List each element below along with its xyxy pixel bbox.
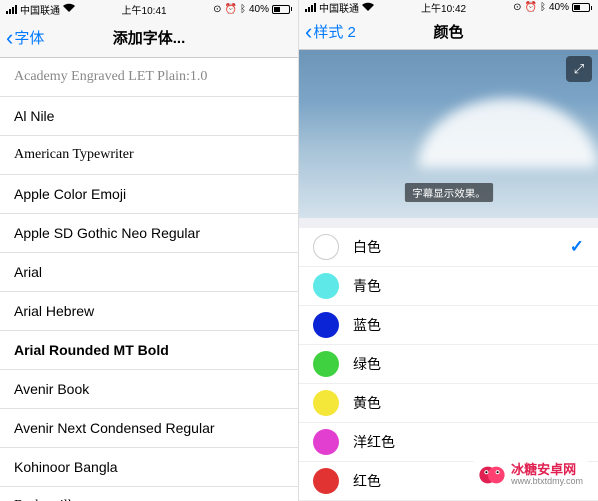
list-item[interactable]: Arial Hebrew xyxy=(0,292,298,331)
color-label: 白色 xyxy=(353,237,570,257)
expand-icon: ⤢ xyxy=(574,61,584,77)
color-item-magenta[interactable]: 洋红色 xyxy=(299,423,598,462)
watermark-title: 冰糖安卓网 xyxy=(511,463,583,477)
subtitle-demo: 字幕显示效果。 xyxy=(404,183,492,202)
color-item-blue[interactable]: 蓝色 xyxy=(299,306,598,345)
carrier-label: 中国联通 xyxy=(319,0,359,15)
screen-colors: 中国联通 上午10:42 ⊙ ⏰ ᛒ 40% ‹ 样式 2 颜色 ⤢ xyxy=(299,0,598,501)
color-swatch xyxy=(313,429,339,455)
list-item[interactable]: Apple SD Gothic Neo Regular xyxy=(0,214,298,253)
back-button[interactable]: ‹ 样式 2 xyxy=(299,21,362,43)
list-item[interactable]: Arial xyxy=(0,253,298,292)
battery-icon xyxy=(272,5,292,14)
battery-percent: 40% xyxy=(549,2,569,13)
status-bar: 中国联通 上午10:42 ⊙ ⏰ ᛒ 40% xyxy=(299,0,598,15)
list-item[interactable]: Baskerville xyxy=(0,487,298,501)
time-label: 上午10:42 xyxy=(421,0,466,15)
page-title: 添加字体... xyxy=(113,27,186,48)
back-label: 样式 2 xyxy=(313,21,356,42)
font-list: Academy Engraved LET Plain:1.0 Al Nile A… xyxy=(0,58,298,501)
color-label: 绿色 xyxy=(353,354,584,374)
preview-pane: ⤢ 字幕显示效果。 xyxy=(299,50,598,219)
alarm-icon: ⏰ xyxy=(225,4,237,15)
chevron-left-icon: ‹ xyxy=(6,27,13,49)
list-item[interactable]: Al Nile xyxy=(0,97,298,136)
checkmark-icon: ✓ xyxy=(570,237,584,257)
battery-percent: 40% xyxy=(249,4,269,15)
back-button[interactable]: ‹ 字体 xyxy=(0,27,50,49)
carrier-label: 中国联通 xyxy=(20,2,60,17)
color-swatch xyxy=(313,468,339,494)
signal-icon xyxy=(6,5,17,14)
back-label: 字体 xyxy=(14,27,44,48)
list-item[interactable]: Avenir Book xyxy=(0,370,298,409)
color-swatch xyxy=(313,312,339,338)
nav-bar: ‹ 字体 添加字体... xyxy=(0,18,298,58)
color-item-white[interactable]: 白色 ✓ xyxy=(299,228,598,267)
list-item[interactable]: Avenir Next Condensed Regular xyxy=(0,409,298,448)
time-label: 上午10:41 xyxy=(122,2,167,17)
battery-icon xyxy=(572,3,592,12)
list-item[interactable]: Arial Rounded MT Bold xyxy=(0,331,298,370)
screen-fonts: 中国联通 上午10:41 ⊙ ⏰ ᛒ 40% ‹ 字体 添加字体... Acad… xyxy=(0,0,299,501)
watermark: 冰糖安卓网 www.btxtdmy.com xyxy=(473,459,588,491)
status-bar: 中国联通 上午10:41 ⊙ ⏰ ᛒ 40% xyxy=(0,0,298,18)
logo-icon xyxy=(478,461,506,489)
list-item[interactable]: Apple Color Emoji xyxy=(0,175,298,214)
color-swatch xyxy=(313,273,339,299)
wifi-icon xyxy=(362,2,374,14)
color-label: 青色 xyxy=(353,276,584,296)
list-item[interactable]: Academy Engraved LET Plain:1.0 xyxy=(0,58,298,97)
signal-icon xyxy=(305,3,316,12)
color-swatch xyxy=(313,390,339,416)
lock-icon: ⊙ xyxy=(213,4,221,15)
cloud-decoration xyxy=(418,98,598,168)
color-swatch xyxy=(313,351,339,377)
lock-icon: ⊙ xyxy=(513,2,521,13)
color-label: 蓝色 xyxy=(353,315,584,335)
alarm-icon: ⏰ xyxy=(525,2,537,13)
color-item-cyan[interactable]: 青色 xyxy=(299,267,598,306)
page-title: 颜色 xyxy=(433,21,463,42)
color-item-green[interactable]: 绿色 xyxy=(299,345,598,384)
expand-button[interactable]: ⤢ xyxy=(566,56,592,82)
color-item-yellow[interactable]: 黄色 xyxy=(299,384,598,423)
bluetooth-icon: ᛒ xyxy=(540,2,546,13)
bluetooth-icon: ᛒ xyxy=(240,4,246,15)
list-item[interactable]: Kohinoor Bangla xyxy=(0,448,298,487)
chevron-left-icon: ‹ xyxy=(305,21,312,43)
color-label: 黄色 xyxy=(353,393,584,413)
watermark-url: www.btxtdmy.com xyxy=(511,477,583,487)
list-item[interactable]: American Typewriter xyxy=(0,136,298,175)
wifi-icon xyxy=(63,3,75,15)
color-label: 洋红色 xyxy=(353,432,584,452)
nav-bar: ‹ 样式 2 颜色 xyxy=(299,15,598,49)
color-swatch xyxy=(313,234,339,260)
